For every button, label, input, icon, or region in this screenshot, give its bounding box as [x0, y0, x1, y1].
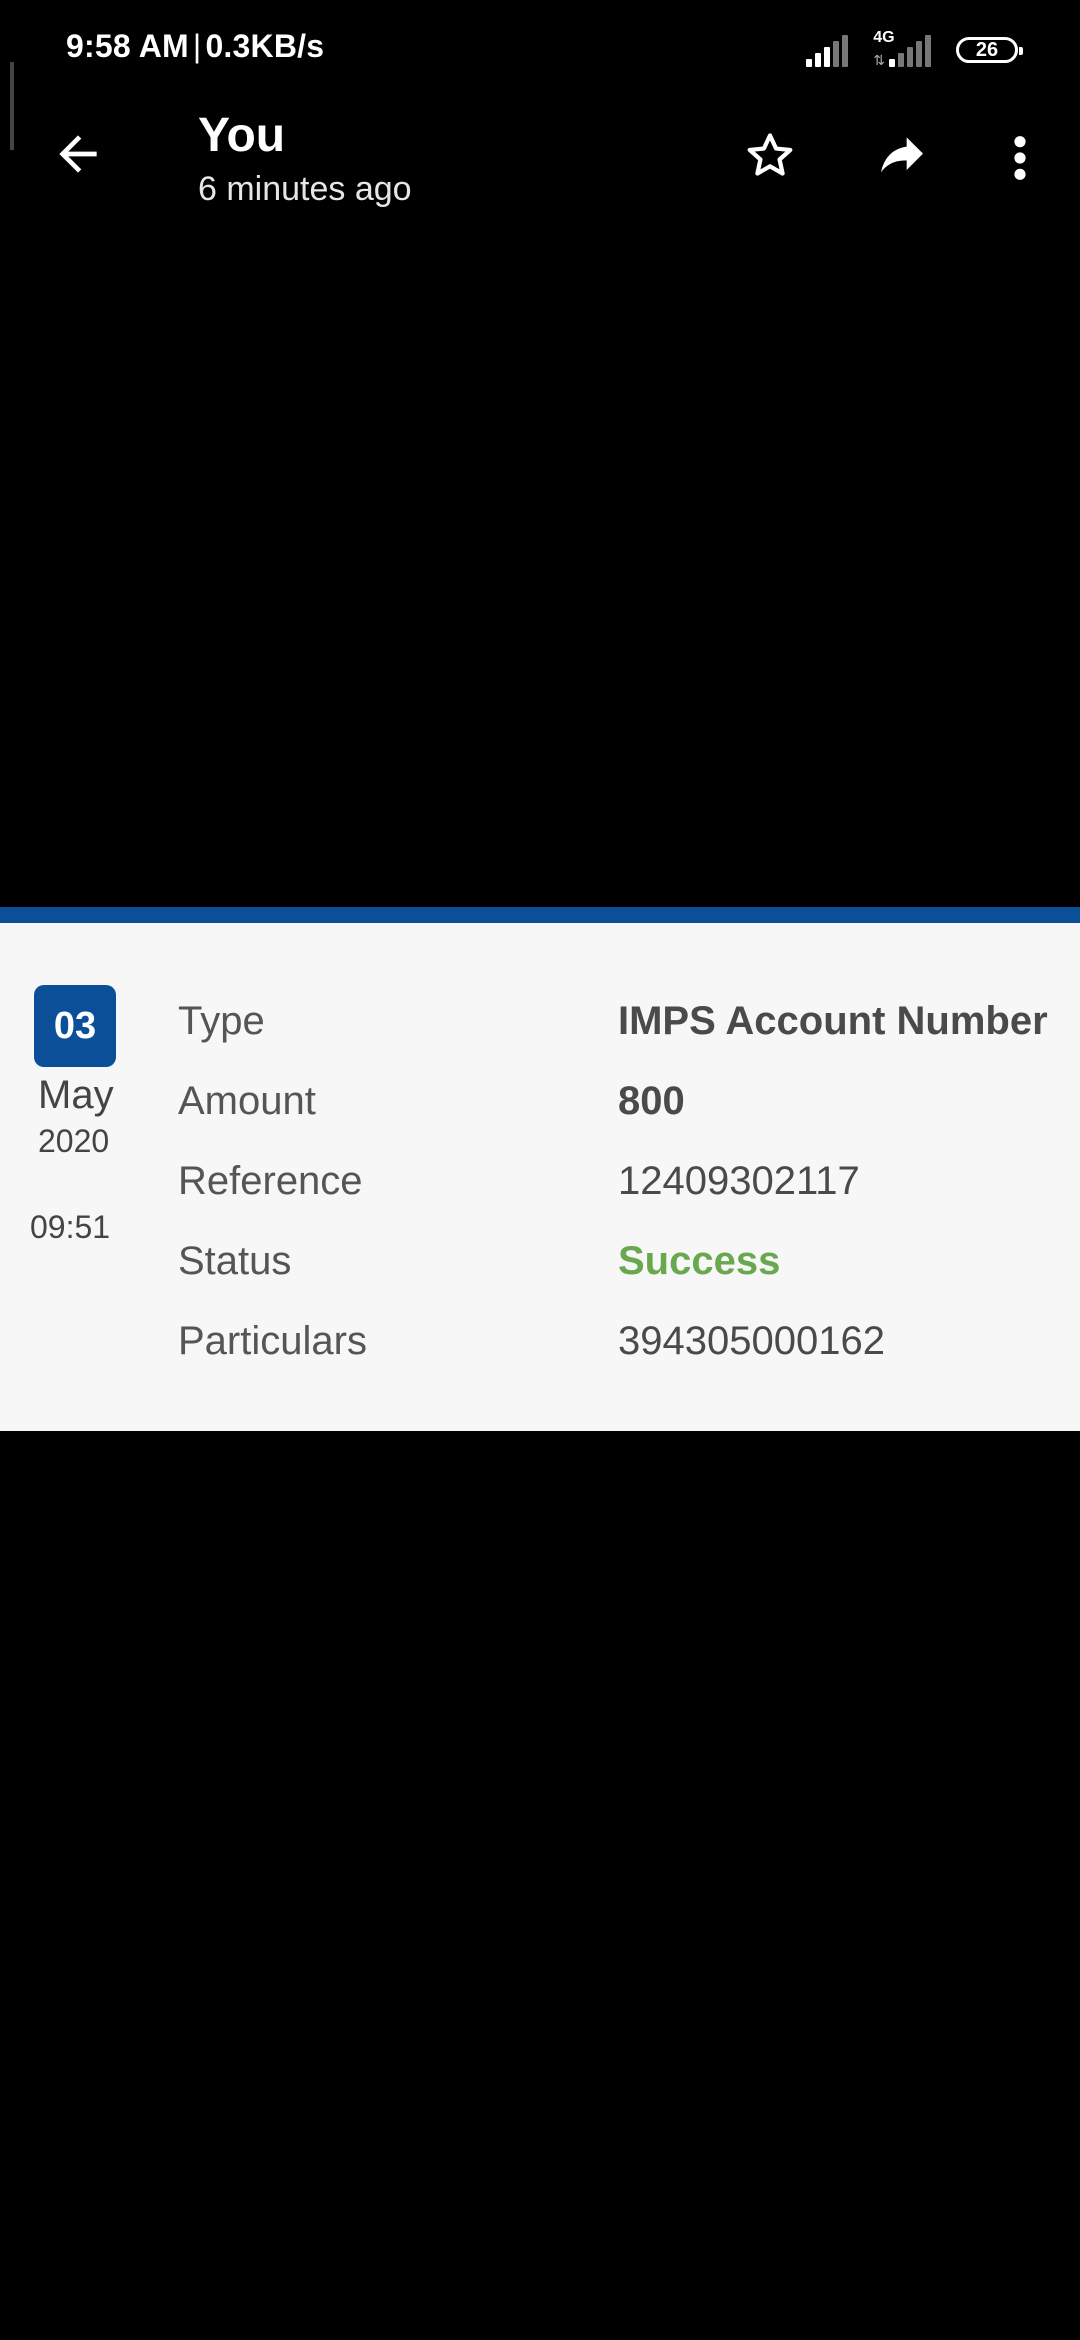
status-badge: Success [618, 1239, 781, 1283]
transaction-time: 09:51 [30, 1209, 111, 1245]
network-type-label: 4G [873, 29, 895, 46]
detail-value-amount: 800 [618, 1079, 685, 1123]
screen: 9:58 AM | 0.3KB/s 4G ⇅ 26 You 6 minutes … [0, 0, 1080, 2340]
card-accent-bar [0, 907, 1080, 923]
battery-level: 26 [975, 38, 999, 61]
more-options-button[interactable] [1002, 130, 1038, 186]
transaction-details: Type IMPS Account Number Amount 800 Refe… [178, 999, 1058, 1399]
detail-label: Status [178, 1239, 292, 1283]
detail-row-reference: Reference 12409302117 [178, 1159, 1058, 1239]
app-bar: You 6 minutes ago [0, 100, 1080, 220]
back-arrow-icon [59, 135, 97, 173]
detail-label: Particulars [178, 1319, 367, 1363]
signal-4g-icon: 4G ⇅ [873, 29, 934, 67]
star-icon [747, 133, 793, 176]
star-button[interactable] [742, 128, 798, 184]
status-left: 9:58 AM | 0.3KB/s [66, 28, 324, 65]
date-month: May [38, 1073, 114, 1117]
transaction-card[interactable]: 03 May 2020 09:51 Type IMPS Account Numb… [0, 923, 1080, 1431]
battery-icon: 26 [956, 37, 1023, 63]
status-speed: 0.3KB/s [205, 28, 325, 64]
detail-value-particulars: 394305000162 [618, 1319, 885, 1363]
share-icon [881, 137, 923, 173]
status-icons: 4G ⇅ 26 [806, 29, 1023, 70]
back-button[interactable] [50, 126, 106, 182]
page-subtitle: 6 minutes ago [198, 170, 412, 208]
status-bar: 9:58 AM | 0.3KB/s 4G ⇅ 26 [0, 0, 1080, 100]
date-day: 03 [53, 1004, 97, 1047]
detail-value-type: IMPS Account Number [618, 999, 1048, 1043]
detail-value-reference: 12409302117 [618, 1159, 860, 1203]
more-vert-icon [1014, 136, 1026, 180]
detail-row-amount: Amount 800 [178, 1079, 1058, 1159]
forward-button[interactable] [872, 128, 932, 184]
detail-label: Reference [178, 1159, 363, 1203]
detail-row-status: Status Success [178, 1239, 1058, 1319]
signal-icon [806, 33, 851, 67]
detail-label: Amount [178, 1079, 316, 1123]
detail-row-type: Type IMPS Account Number [178, 999, 1058, 1079]
date-day-badge: 03 [34, 985, 116, 1067]
detail-row-particulars: Particulars 394305000162 [178, 1319, 1058, 1399]
status-time: 9:58 AM [66, 28, 189, 64]
page-title: You [198, 109, 286, 162]
detail-label: Type [178, 999, 265, 1043]
date-year: 2020 [38, 1123, 110, 1159]
status-separator: | [192, 28, 202, 64]
